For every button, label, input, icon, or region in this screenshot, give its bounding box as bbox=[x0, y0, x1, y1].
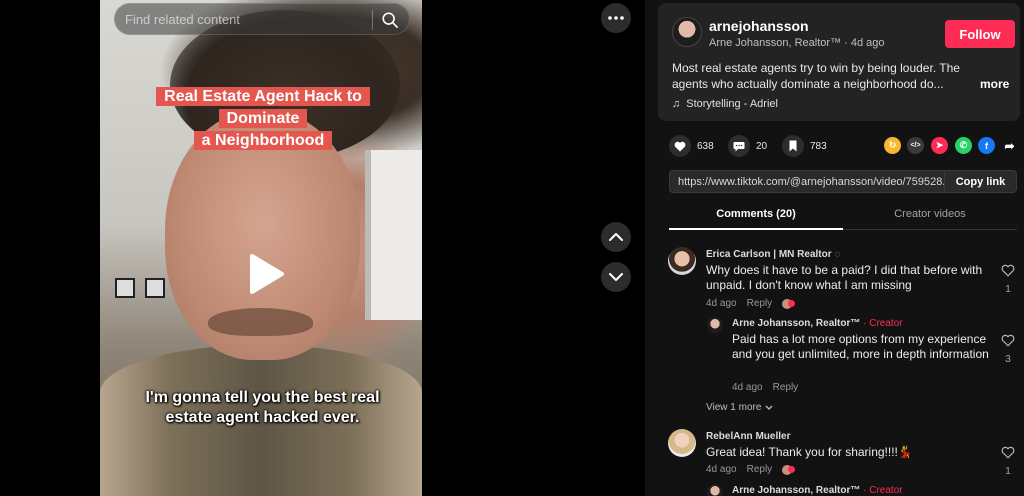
comment-meta: 4d ago Reply bbox=[706, 464, 796, 475]
tab-comments[interactable]: Comments (20) bbox=[669, 208, 843, 220]
chevron-up-icon bbox=[609, 233, 623, 241]
avatar[interactable] bbox=[668, 429, 696, 457]
comment-text: Great idea! Thank you for sharing!!!!💃 bbox=[706, 445, 913, 459]
reply-text: Paid has a lot more options from my expe… bbox=[732, 332, 989, 361]
comment-like-button[interactable]: 1 bbox=[1001, 264, 1015, 295]
comment-author[interactable]: Erica Carlson | MN Realtor ◌ bbox=[706, 249, 840, 260]
action-bar: 638 20 783 ↻ </> ➤ ✆ f ➦ bbox=[669, 135, 1019, 157]
repost-icon[interactable]: ↻ bbox=[884, 137, 901, 154]
liked-by-avatars bbox=[782, 298, 796, 309]
play-icon[interactable] bbox=[240, 250, 288, 298]
liked-by-avatars bbox=[782, 464, 796, 475]
whatsapp-icon[interactable]: ✆ bbox=[955, 137, 972, 154]
avatar[interactable] bbox=[672, 17, 702, 47]
tab-creator-videos[interactable]: Creator videos bbox=[843, 208, 1017, 220]
comment-time: 4d ago bbox=[706, 464, 737, 475]
avatar[interactable] bbox=[668, 247, 696, 275]
embed-icon[interactable]: </> bbox=[907, 137, 924, 154]
comment-like-count: 1 bbox=[1005, 284, 1011, 295]
more-options-button[interactable] bbox=[601, 3, 631, 33]
avatar[interactable] bbox=[707, 317, 723, 333]
music-link[interactable]: ♫ Storytelling - Adriel bbox=[672, 98, 778, 110]
overlay-title-line2: a Neighborhood bbox=[193, 131, 333, 150]
view-more-replies[interactable]: View 1 more bbox=[706, 402, 773, 413]
next-video-button[interactable] bbox=[601, 262, 631, 292]
creator-badge: · Creator bbox=[863, 318, 903, 329]
send-icon[interactable]: ➤ bbox=[931, 137, 948, 154]
copy-link-button[interactable]: Copy link bbox=[944, 171, 1016, 192]
heart-outline-icon bbox=[1001, 446, 1015, 459]
avatar[interactable] bbox=[707, 484, 723, 496]
overlay-title-line1: Real Estate Agent Hack to Dominate bbox=[156, 87, 370, 128]
reply-author-name: Arne Johansson, Realtor™ bbox=[732, 318, 861, 329]
reply-time: 4d ago bbox=[732, 382, 763, 393]
comment-meta: 4d ago Reply bbox=[706, 298, 796, 309]
comment-icon[interactable] bbox=[728, 135, 750, 157]
reply-button[interactable]: Reply bbox=[747, 464, 773, 475]
background-window bbox=[365, 150, 422, 320]
music-title: Storytelling - Adriel bbox=[686, 98, 778, 110]
music-note-icon: ♫ bbox=[672, 98, 681, 110]
active-tab-indicator bbox=[669, 228, 843, 230]
video-overlay-title: Real Estate Agent Hack to Dominate a Nei… bbox=[123, 86, 403, 152]
verified-icon: ◌ bbox=[834, 249, 841, 260]
details-panel: arnejohansson Arne Johansson, Realtor™ ·… bbox=[645, 0, 1024, 496]
heart-outline-icon bbox=[1001, 264, 1015, 277]
comment-text: Why does it have to be a paid? I did tha… bbox=[706, 263, 983, 292]
search-icon[interactable] bbox=[381, 11, 399, 29]
reply-like-button[interactable]: 3 bbox=[1001, 334, 1015, 365]
comment-tabs: Comments (20) Creator videos bbox=[669, 204, 1017, 230]
comment-time: 4d ago bbox=[706, 298, 737, 309]
comment-like-count: 1 bbox=[1005, 466, 1011, 477]
author-subtitle: Arne Johansson, Realtor™ · 4d ago bbox=[709, 37, 885, 49]
search-input[interactable]: Find related content bbox=[125, 12, 240, 27]
share-link-row: https://www.tiktok.com/@arnejohansson/vi… bbox=[669, 170, 1017, 193]
video-info-card: arnejohansson Arne Johansson, Realtor™ ·… bbox=[658, 3, 1020, 121]
reply-author[interactable]: Arne Johansson, Realtor™ · Creator bbox=[732, 318, 903, 329]
comment-author-name: RebelAnn Mueller bbox=[706, 431, 791, 442]
wall-picture bbox=[115, 278, 135, 298]
save-count: 783 bbox=[810, 140, 827, 152]
reply-author-name: Arne Johansson, Realtor™ bbox=[732, 485, 861, 496]
author-username[interactable]: arnejohansson bbox=[709, 18, 809, 34]
ellipsis-icon bbox=[608, 16, 624, 20]
like-stat[interactable]: 638 bbox=[669, 135, 714, 157]
bookmark-icon[interactable] bbox=[782, 135, 804, 157]
view-more-label: View 1 more bbox=[706, 402, 762, 413]
reply-author[interactable]: Arne Johansson, Realtor™ · Creator bbox=[732, 485, 903, 496]
comment-stat[interactable]: 20 bbox=[728, 135, 767, 157]
reply-like-count: 3 bbox=[1005, 354, 1011, 365]
search-divider bbox=[372, 10, 373, 30]
share-url[interactable]: https://www.tiktok.com/@arnejohansson/vi… bbox=[678, 176, 944, 188]
save-stat[interactable]: 783 bbox=[782, 135, 827, 157]
comment-like-button[interactable]: 1 bbox=[1001, 446, 1015, 477]
comment-author-name: Erica Carlson | MN Realtor bbox=[706, 249, 832, 260]
video-caption: I'm gonna tell you the best real estate … bbox=[145, 389, 380, 426]
follow-button[interactable]: Follow bbox=[945, 20, 1015, 48]
video-stage: Find related content Real Estate Agent H… bbox=[0, 0, 645, 496]
comment-count: 20 bbox=[756, 140, 768, 152]
person-mustache bbox=[208, 308, 313, 336]
previous-video-button[interactable] bbox=[601, 222, 631, 252]
heart-icon[interactable] bbox=[669, 135, 691, 157]
comment-author[interactable]: RebelAnn Mueller bbox=[706, 431, 790, 442]
wall-picture bbox=[145, 278, 165, 298]
video-description: Most real estate agents try to win by be… bbox=[672, 61, 960, 91]
reply-button[interactable]: Reply bbox=[747, 298, 773, 309]
reply-button[interactable]: Reply bbox=[773, 382, 799, 393]
facebook-icon[interactable]: f bbox=[978, 137, 995, 154]
search-bar[interactable]: Find related content bbox=[114, 3, 410, 35]
heart-outline-icon bbox=[1001, 334, 1015, 347]
more-link[interactable]: more bbox=[980, 77, 1009, 91]
creator-badge: · Creator bbox=[863, 485, 903, 496]
chevron-down-icon bbox=[609, 273, 623, 281]
share-arrow-icon[interactable]: ➦ bbox=[1001, 137, 1018, 154]
reply-meta: 4d ago Reply bbox=[732, 382, 798, 393]
like-count: 638 bbox=[697, 140, 714, 152]
chevron-down-icon bbox=[765, 405, 773, 410]
